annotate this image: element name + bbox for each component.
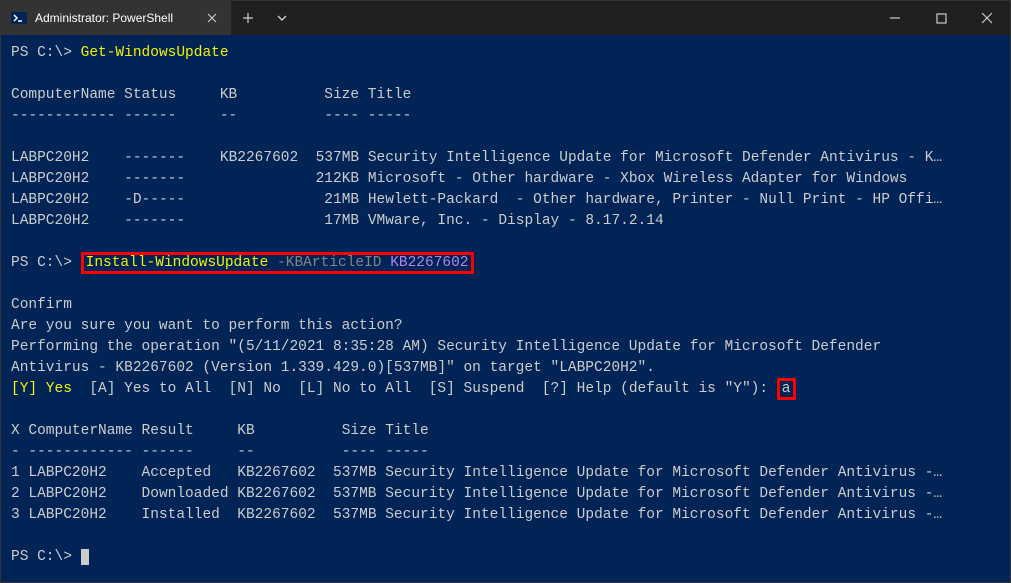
- new-tab-button[interactable]: [231, 1, 265, 35]
- terminal-window: Administrator: PowerShell PS C:\> Get-Wi…: [0, 0, 1011, 583]
- table-header: X ComputerName Result KB Size Title: [11, 423, 429, 439]
- minimize-button[interactable]: [872, 1, 918, 35]
- table-row: 2 LABPC20H2 Downloaded KB2267602 537MB S…: [11, 486, 942, 502]
- tab-title: Administrator: PowerShell: [35, 11, 195, 25]
- prompt: PS C:\>: [11, 549, 72, 565]
- table-row: LABPC20H2 -D----- 21MB Hewlett-Packard -…: [11, 192, 942, 208]
- table-row: 3 LABPC20H2 Installed KB2267602 537MB Se…: [11, 507, 942, 523]
- prompt: PS C:\>: [11, 255, 72, 271]
- confirm-detail: Performing the operation "(5/11/2021 8:3…: [11, 339, 881, 355]
- table-row: LABPC20H2 ------- 212KB Microsoft - Othe…: [11, 171, 907, 187]
- table-separator: ------------ ------ -- ---- -----: [11, 108, 411, 124]
- tab-close-button[interactable]: [203, 9, 221, 27]
- command-text: Get-WindowsUpdate: [81, 45, 229, 61]
- highlighted-command: Install-WindowsUpdate -KBArticleID KB226…: [81, 252, 474, 274]
- titlebar[interactable]: Administrator: PowerShell: [1, 1, 1010, 35]
- titlebar-drag-area[interactable]: [299, 1, 872, 35]
- confirm-heading: Confirm: [11, 297, 72, 313]
- table-row: LABPC20H2 ------- KB2267602 537MB Securi…: [11, 150, 942, 166]
- close-button[interactable]: [964, 1, 1010, 35]
- prompt: PS C:\>: [11, 45, 72, 61]
- table-row: 1 LABPC20H2 Accepted KB2267602 537MB Sec…: [11, 465, 942, 481]
- table-header: ComputerName Status KB Size Title: [11, 87, 411, 103]
- powershell-icon: [11, 10, 27, 26]
- highlighted-input: a: [777, 378, 796, 400]
- tab-powershell[interactable]: Administrator: PowerShell: [1, 1, 231, 35]
- table-row: LABPC20H2 ------- 17MB VMware, Inc. - Di…: [11, 213, 664, 229]
- confirm-detail: Antivirus - KB2267602 (Version 1.339.429…: [11, 360, 655, 376]
- confirm-question: Are you sure you want to perform this ac…: [11, 318, 403, 334]
- table-separator: - ------------ ------ -- ---- -----: [11, 444, 429, 460]
- terminal-body[interactable]: PS C:\> Get-WindowsUpdate ComputerName S…: [1, 35, 1010, 582]
- confirm-options-line: [Y] Yes [A] Yes to All [N] No [L] No to …: [11, 378, 796, 400]
- cursor: [81, 549, 89, 565]
- maximize-button[interactable]: [918, 1, 964, 35]
- tab-dropdown-button[interactable]: [265, 1, 299, 35]
